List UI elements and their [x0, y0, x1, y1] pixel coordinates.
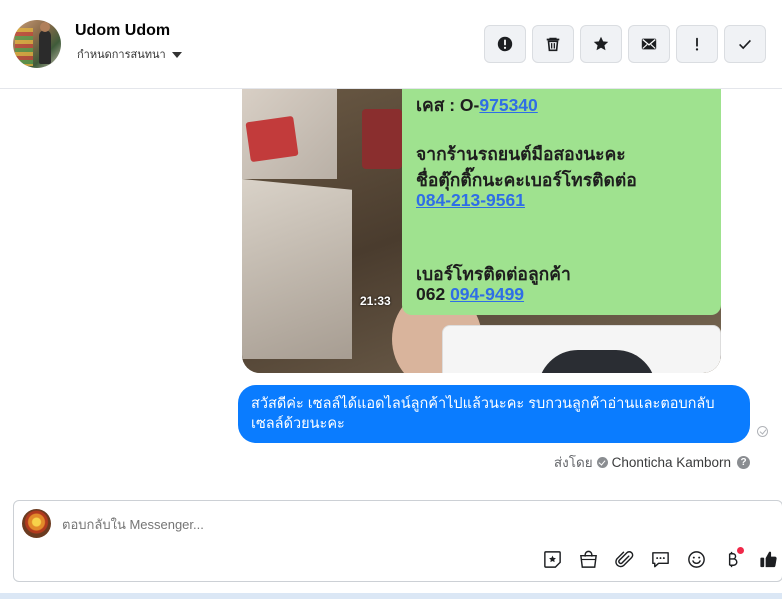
like-icon	[759, 551, 777, 567]
mail-icon	[641, 38, 657, 50]
report-button[interactable]	[484, 25, 526, 63]
car-image	[538, 350, 656, 373]
saved-reply-button[interactable]	[642, 546, 678, 572]
help-icon[interactable]: ?	[737, 455, 750, 469]
verified-check-icon	[596, 456, 608, 468]
shop-icon	[579, 550, 597, 568]
car-preview-card	[442, 325, 721, 373]
sticker-icon	[543, 550, 561, 568]
phone-link-2[interactable]: 094-9499	[450, 284, 524, 304]
conversation-schedule-label: กำหนดการสนทนา	[77, 49, 166, 61]
delivered-check-icon	[757, 426, 768, 437]
important-icon	[695, 37, 699, 51]
sent-by-row: ส่งโดย Chonticha Kamborn ?	[554, 451, 750, 473]
sender-name[interactable]: Chonticha Kamborn	[612, 455, 731, 470]
sent-by-label: ส่งโดย	[553, 455, 593, 470]
important-button[interactable]	[676, 25, 718, 63]
contact-name[interactable]: Udom Udom	[75, 22, 170, 40]
trash-icon	[546, 37, 560, 52]
chat-screenshot-panel: เคส : O-975340 จากร้านรถยนต์มือสองนะคะ ช…	[402, 89, 721, 315]
attach-button[interactable]	[606, 546, 642, 572]
shop-button[interactable]	[570, 546, 606, 572]
photo-timestamp: 21:33	[360, 294, 391, 308]
payment-button[interactable]	[714, 546, 750, 572]
check-icon	[739, 39, 751, 50]
window-bottom-edge	[0, 593, 782, 599]
case-number-link[interactable]: 975340	[479, 95, 537, 115]
attach-icon	[614, 550, 633, 567]
messenger-thread-view: Udom Udom กำหนดการสนทนา 21:33 เคส: O-97…	[0, 0, 782, 599]
emoji-icon	[687, 550, 705, 568]
thread-header: Udom Udom กำหนดการสนทนา	[0, 0, 782, 89]
report-icon	[497, 36, 513, 52]
phone-link-1[interactable]: 084-213-9561	[416, 190, 525, 210]
delete-button[interactable]	[532, 25, 574, 63]
case-line: เคส : O-975340	[416, 95, 538, 115]
reply-input[interactable]	[62, 515, 702, 533]
dealer-line: จากร้านรถยนต์มือสองนะคะ	[416, 144, 626, 164]
notification-dot	[737, 547, 744, 554]
like-button[interactable]	[750, 546, 782, 572]
sticker-button[interactable]	[534, 546, 570, 572]
conversation-schedule-dropdown[interactable]: กำหนดการสนทนา	[77, 45, 182, 63]
mark-done-button[interactable]	[724, 25, 766, 63]
saved-reply-icon	[651, 551, 669, 567]
sent-message-bubble[interactable]: สวัสดีค่ะ เซลล์ได้แอดไลน์ลูกค้าไปแล้วนะค…	[238, 385, 750, 443]
caret-down-icon	[171, 51, 182, 58]
conversation-area[interactable]: 21:33 เคส : O-975340 จากร้านรถยนต์มือสอง…	[0, 89, 782, 485]
contact-avatar[interactable]	[13, 20, 61, 68]
image-attachment[interactable]: 21:33 เคส : O-975340 จากร้านรถยนต์มือสอง…	[242, 89, 721, 373]
star-icon	[593, 36, 609, 51]
phone-prefix: 062	[416, 284, 446, 304]
mark-unread-button[interactable]	[628, 25, 670, 63]
composer-toolbar	[534, 546, 782, 572]
page-avatar	[22, 509, 51, 538]
emoji-button[interactable]	[678, 546, 714, 572]
reply-composer[interactable]	[13, 500, 782, 582]
star-button[interactable]	[580, 25, 622, 63]
